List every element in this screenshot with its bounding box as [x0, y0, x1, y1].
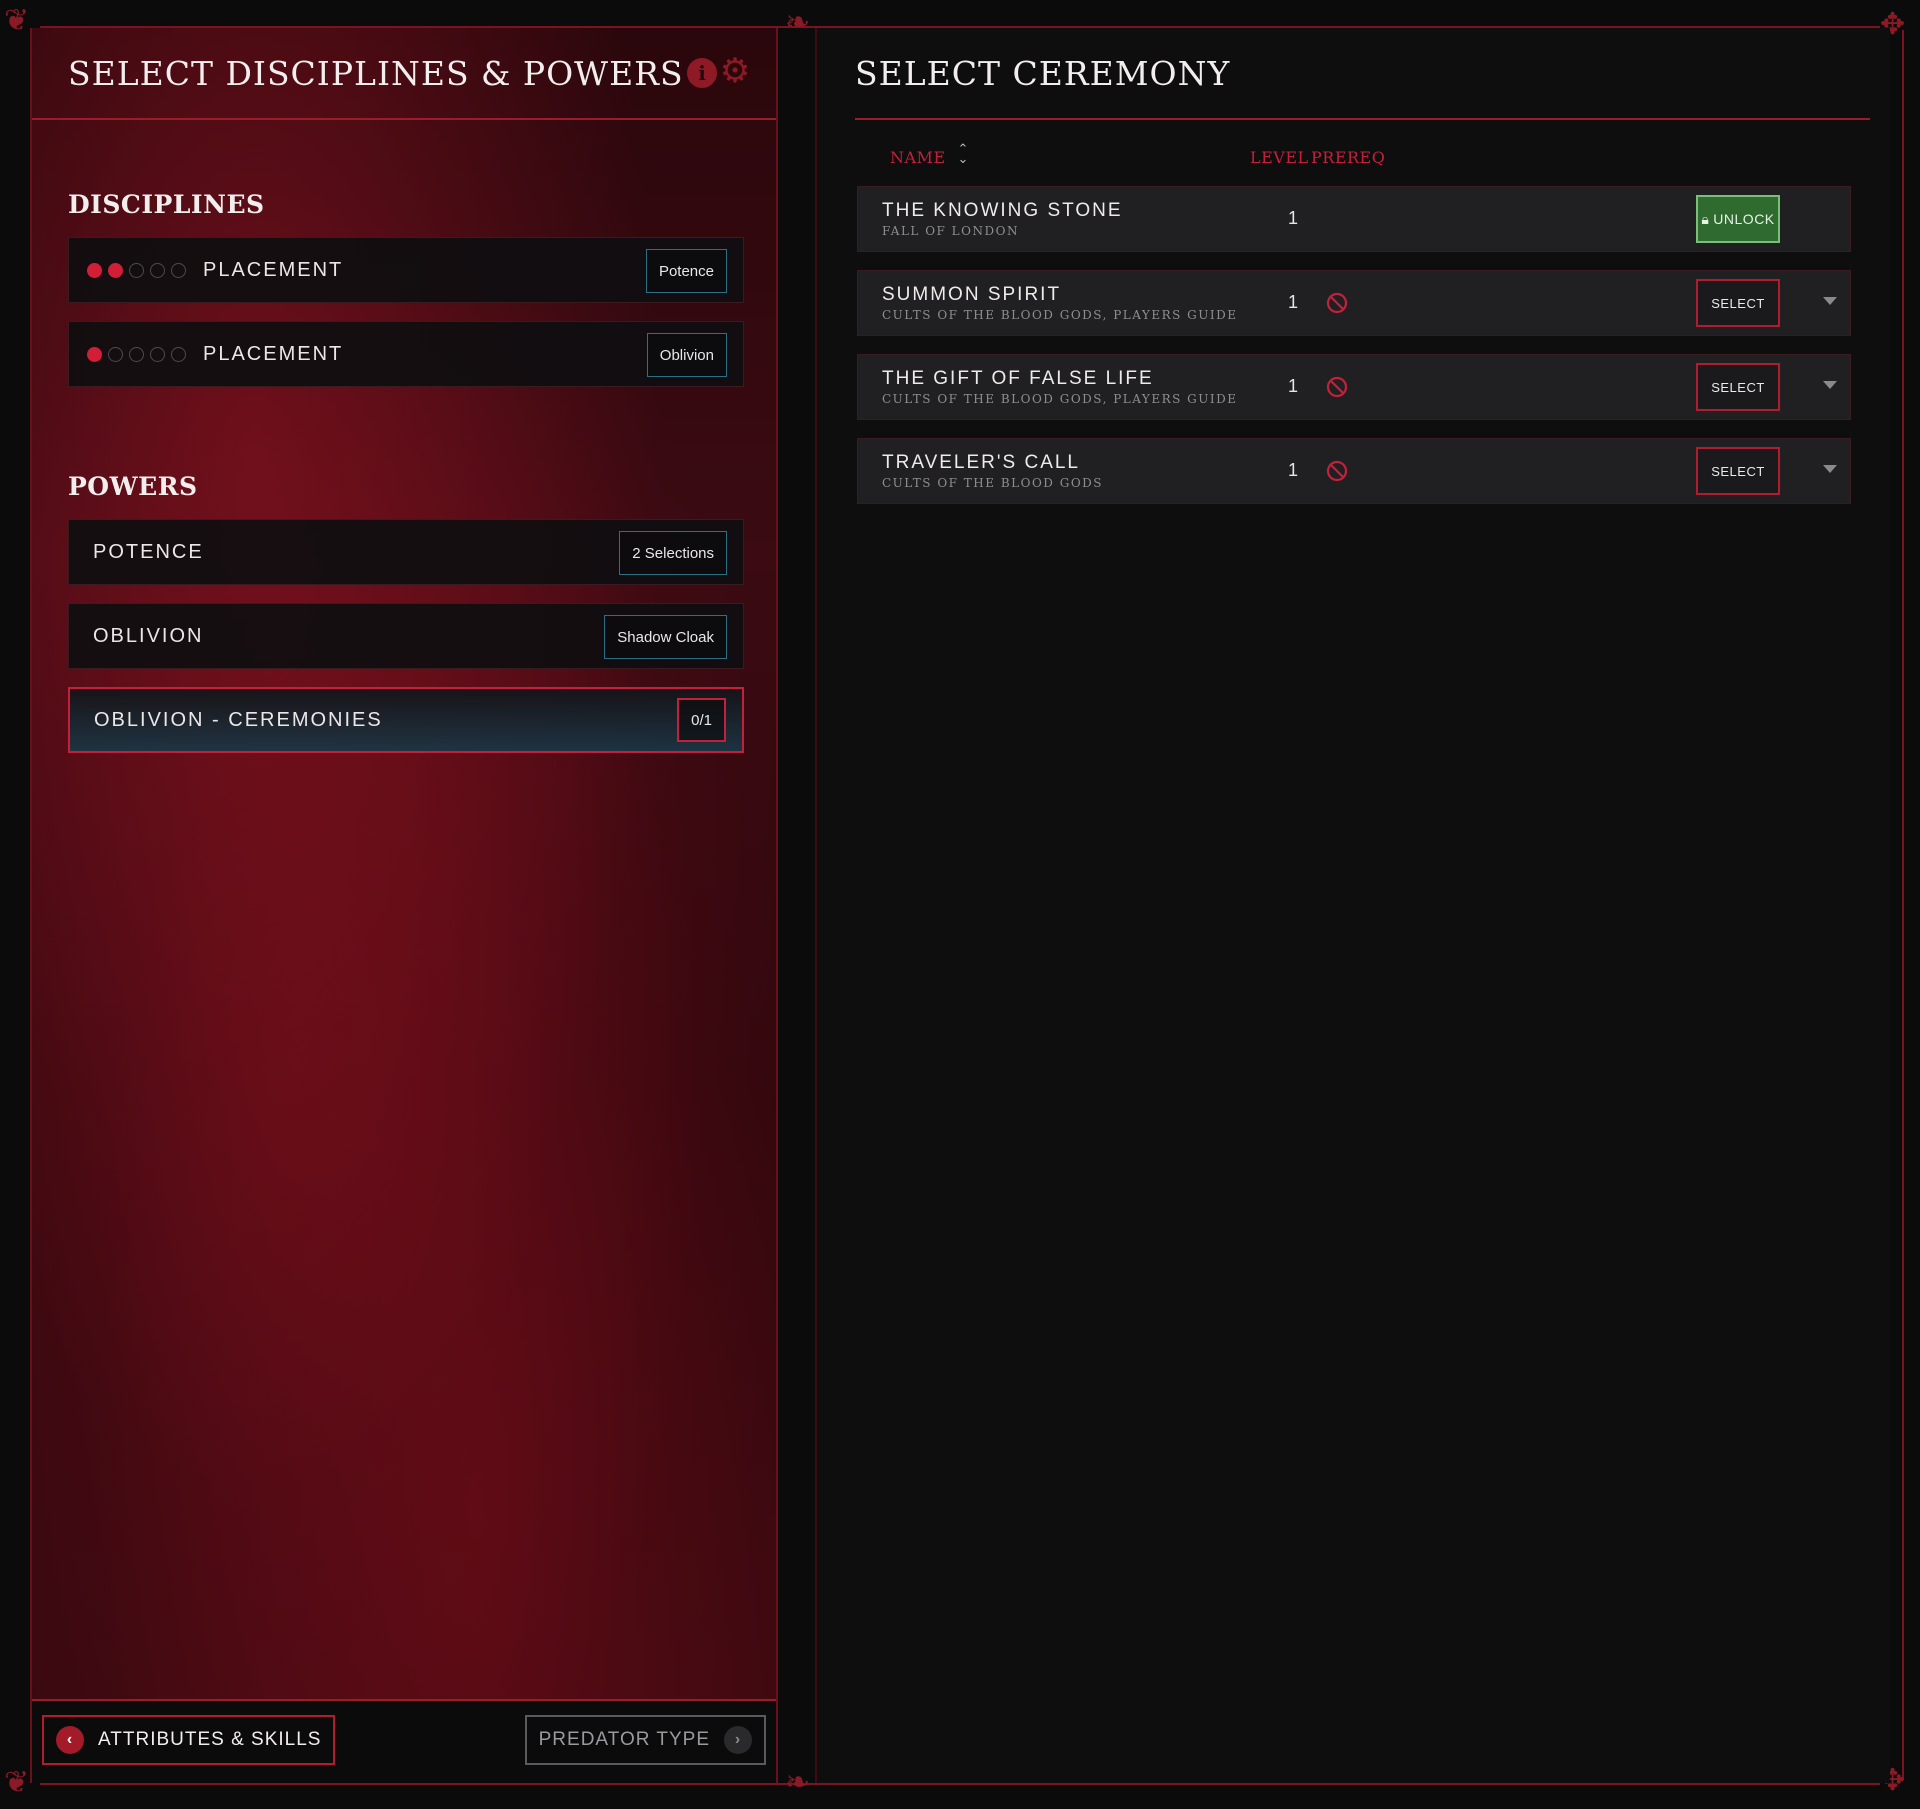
level-dot-empty	[129, 262, 144, 278]
ornament-bottom-center: ❧	[785, 1765, 811, 1800]
sort-icon[interactable]: ⌃ ⌄	[956, 142, 970, 165]
power-row-oblivion[interactable]: OBLIVION Shadow Cloak	[68, 603, 744, 669]
discipline-row-oblivion[interactable]: PLACEMENT Oblivion	[68, 321, 744, 387]
power-row-label: POTENCE	[93, 540, 204, 563]
discipline-level-dots	[87, 322, 186, 386]
select-button[interactable]: SELECT	[1696, 447, 1780, 495]
chevron-down-icon[interactable]	[1823, 465, 1837, 473]
ceremony-panel: SELECT CEREMONY NAME ⌃ ⌄ LEVEL PREREQ THE…	[815, 28, 1890, 1783]
ornament-top-center: ❧	[785, 5, 811, 40]
power-row-label: OBLIVION	[93, 624, 204, 647]
power-row-potence[interactable]: POTENCE 2 Selections	[68, 519, 744, 585]
chevron-down-icon[interactable]	[1823, 297, 1837, 305]
level-dot-filled	[108, 262, 123, 278]
level-dot-empty	[150, 346, 165, 362]
column-header-prereq: PREREQ	[1311, 148, 1386, 167]
unlock-button[interactable]: 🔒︎ UNLOCK	[1696, 195, 1780, 243]
ceremony-name: THE KNOWING STONE	[882, 200, 1123, 221]
ceremony-source: CULTS OF THE BLOOD GODS	[882, 476, 1104, 490]
ceremony-row[interactable]: THE KNOWING STONE FALL OF LONDON 1 🔒︎ UN…	[857, 186, 1851, 252]
column-header-name[interactable]: NAME	[890, 148, 946, 167]
chevron-right-icon: ›	[724, 1726, 752, 1754]
disciplines-panel-header: SELECT DISCIPLINES & POWERS i ⚙	[32, 28, 776, 120]
ceremony-level: 1	[1288, 292, 1299, 312]
ceremony-row[interactable]: SUMMON SPIRIT CULTS OF THE BLOOD GODS, P…	[857, 270, 1851, 336]
ceremony-source: CULTS OF THE BLOOD GODS, PLAYERS GUIDE	[882, 308, 1238, 322]
next-button-label: PREDATOR TYPE	[538, 1729, 710, 1750]
disciplines-panel: SELECT DISCIPLINES & POWERS i ⚙ DISCIPLI…	[30, 28, 778, 1783]
ceremony-panel-title: SELECT CEREMONY	[855, 54, 1231, 93]
info-icon[interactable]: i	[687, 58, 717, 88]
ceremony-name: THE GIFT OF FALSE LIFE	[882, 368, 1154, 389]
power-selection-button[interactable]: 2 Selections	[619, 531, 727, 575]
back-button-label: ATTRIBUTES & SKILLS	[98, 1729, 322, 1750]
level-dot-empty	[171, 262, 186, 278]
ceremony-row[interactable]: TRAVELER'S CALL CULTS OF THE BLOOD GODS …	[857, 438, 1851, 504]
unlock-button-label: UNLOCK	[1713, 211, 1775, 227]
navigation-footer: ‹ ATTRIBUTES & SKILLS PREDATOR TYPE ›	[32, 1699, 776, 1783]
discipline-level-dots	[87, 238, 186, 302]
frame-right-line	[1902, 30, 1904, 1780]
discipline-select-button[interactable]: Potence	[645, 249, 727, 293]
ornament-top-left: ❦	[4, 3, 30, 38]
chevron-left-icon: ‹	[56, 1726, 84, 1754]
ceremony-level: 1	[1288, 208, 1299, 228]
chevron-down-icon[interactable]	[1823, 381, 1837, 389]
lock-icon: 🔒︎	[1701, 210, 1710, 227]
ceremony-count-badge[interactable]: 0/1	[677, 698, 726, 742]
power-row-label: OBLIVION - CEREMONIES	[94, 708, 383, 731]
ceremony-source: CULTS OF THE BLOOD GODS, PLAYERS GUIDE	[882, 392, 1238, 406]
level-dot-filled	[87, 262, 102, 278]
column-header-level: LEVEL	[1250, 148, 1309, 167]
level-dot-empty	[171, 346, 186, 362]
gear-icon[interactable]: ⚙	[718, 54, 752, 88]
select-button[interactable]: SELECT	[1696, 279, 1780, 327]
ceremony-name: TRAVELER'S CALL	[882, 452, 1081, 473]
ornament-bottom-left: ❦	[4, 1765, 30, 1800]
discipline-row-label: PLACEMENT	[203, 342, 344, 365]
level-dot-empty	[129, 346, 144, 362]
level-dot-empty	[150, 262, 165, 278]
powers-heading: POWERS	[68, 472, 198, 501]
power-selection-button[interactable]: Shadow Cloak	[604, 615, 727, 659]
ceremony-row[interactable]: THE GIFT OF FALSE LIFE CULTS OF THE BLOO…	[857, 354, 1851, 420]
select-button[interactable]: SELECT	[1696, 363, 1780, 411]
back-button[interactable]: ‹ ATTRIBUTES & SKILLS	[42, 1715, 336, 1765]
page-title: SELECT DISCIPLINES & POWERS	[68, 54, 684, 93]
ceremony-level: 1	[1288, 460, 1299, 480]
discipline-row-label: PLACEMENT	[203, 258, 344, 281]
level-dot-filled	[87, 346, 102, 362]
prereq-blocked-icon	[1326, 292, 1348, 314]
prereq-blocked-icon	[1326, 460, 1348, 482]
next-button[interactable]: PREDATOR TYPE ›	[524, 1715, 766, 1765]
ceremony-name: SUMMON SPIRIT	[882, 284, 1062, 305]
discipline-row-potence[interactable]: PLACEMENT Potence	[68, 237, 744, 303]
ceremony-level: 1	[1288, 376, 1299, 396]
title-divider	[855, 118, 1870, 120]
frame-bottom-line	[40, 1783, 1880, 1785]
level-dot-empty	[108, 346, 123, 362]
ceremony-source: FALL OF LONDON	[882, 224, 1019, 238]
disciplines-heading: DISCIPLINES	[68, 190, 265, 219]
prereq-blocked-icon	[1326, 376, 1348, 398]
power-row-oblivion-ceremonies[interactable]: OBLIVION - CEREMONIES 0/1	[68, 687, 744, 753]
discipline-select-button[interactable]: Oblivion	[646, 333, 727, 377]
